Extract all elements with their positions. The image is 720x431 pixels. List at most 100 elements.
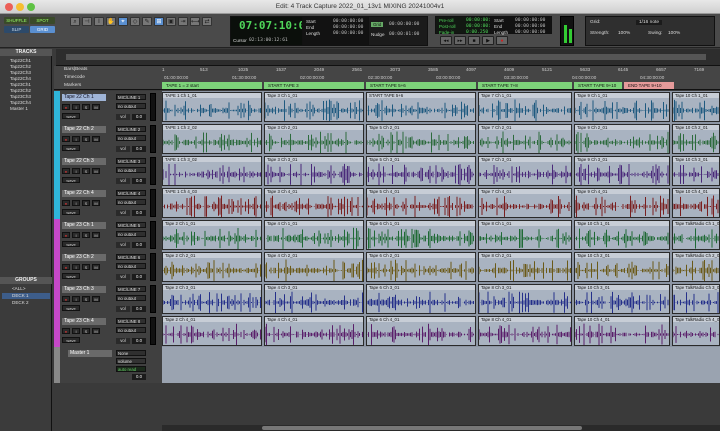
grabber-alt-tool-icon[interactable]: ▣	[166, 17, 176, 26]
audio-clip[interactable]: Tape 3 Ch 2_01	[264, 124, 364, 154]
view-selector[interactable]: wave	[62, 209, 80, 215]
audio-clip[interactable]: Tape 7 Ch 1_01	[478, 92, 572, 122]
input-monitor-button[interactable]: I	[72, 168, 80, 174]
mute-button[interactable]: M	[92, 232, 100, 238]
audio-clip[interactable]: Tape TalkRadio Ch 2_01	[672, 252, 720, 282]
audio-clip[interactable]: Tape 10 Ch 3_01	[672, 156, 720, 186]
solo-button[interactable]: S	[82, 200, 90, 206]
audio-clip[interactable]: Tape TalkRadio Ch 1_01	[672, 220, 720, 250]
sidebar-track-item[interactable]: Tap23Ch4	[2, 100, 50, 105]
track-output[interactable]: no output	[116, 135, 146, 141]
smart-tool-icon[interactable]: ⌖	[118, 17, 128, 26]
sidebar-group-item[interactable]: <ALL>	[2, 286, 50, 292]
grid-value[interactable]: 00:00:00:00	[389, 22, 419, 27]
record-enable-button[interactable]: ●	[62, 200, 70, 206]
audio-clip[interactable]: Tape 10 Ch 2_01	[574, 252, 670, 282]
audio-clip[interactable]: Tape 4 Ch 3_01	[264, 284, 364, 314]
track-output[interactable]: no output	[116, 231, 146, 237]
track-volume-value[interactable]: 0.0	[132, 210, 146, 216]
audio-clip[interactable]: Tape 8 Ch 2_01	[478, 252, 572, 282]
nudge-value[interactable]: 00:00:01:00	[389, 32, 419, 37]
audio-clip[interactable]: TAPE 1 Ch 2_02	[162, 124, 262, 154]
view-selector[interactable]: wave	[62, 273, 80, 279]
view-selector[interactable]: wave	[62, 177, 80, 183]
record-enable-button[interactable]: ●	[62, 232, 70, 238]
mute-button[interactable]: M	[92, 136, 100, 142]
mute-button[interactable]: M	[92, 104, 100, 110]
swing-value[interactable]: 100%	[668, 31, 680, 36]
view-selector[interactable]: wave	[62, 113, 80, 119]
grid-label[interactable]: Grid	[371, 22, 384, 27]
track-output[interactable]: no output	[116, 103, 146, 109]
grid-mode-button[interactable]: GRID	[30, 26, 55, 33]
marker[interactable]: END TAPE 9+10	[624, 82, 674, 89]
track-input[interactable]: MIC/LINE 4	[116, 190, 146, 196]
record-enable-button[interactable]: ●	[62, 296, 70, 302]
view-selector[interactable]: wave	[62, 241, 80, 247]
forward-button[interactable]: ▸▸	[454, 36, 466, 45]
length-value[interactable]: 00:00:00:00	[333, 31, 363, 36]
input-monitor-button[interactable]: I	[72, 328, 80, 334]
horizontal-scrollbar[interactable]	[162, 425, 720, 431]
master-automation-mode[interactable]: auto read	[116, 366, 146, 372]
audio-clip[interactable]: Tape 4 Ch 4_01	[264, 316, 364, 346]
universe-overview[interactable]	[56, 49, 720, 66]
input-monitor-button[interactable]: I	[72, 232, 80, 238]
input-monitor-button[interactable]: I	[72, 104, 80, 110]
track-name[interactable]: Tape 23 Ch 3	[62, 286, 106, 293]
record-enable-button[interactable]: ●	[62, 104, 70, 110]
track-input[interactable]: MIC/LINE 3	[116, 158, 146, 164]
audio-clip[interactable]: Tape 2 Ch 2_01	[162, 252, 262, 282]
track-output[interactable]: no output	[116, 199, 146, 205]
view-selector[interactable]: wave	[62, 305, 80, 311]
sidebar-track-item[interactable]: Tap22Ch3	[2, 70, 50, 75]
view-selector[interactable]: wave	[62, 145, 80, 151]
audio-clip[interactable]: TAPE 1 Ch 1_01	[162, 92, 262, 122]
trim-tool-icon[interactable]: ⊣	[82, 17, 92, 26]
track-name[interactable]: Tape 22 Ch 4	[62, 190, 106, 197]
sidebar-track-item[interactable]: Tap23Ch3	[2, 94, 50, 99]
audio-clip[interactable]: Tape TalkRadio Ch 3_01	[672, 284, 720, 314]
audio-clip[interactable]: Tape 6 Ch 3_01	[366, 284, 476, 314]
audio-clip[interactable]: START TAPE 5+6	[366, 92, 476, 122]
marker[interactable]: START TAPE 5+6	[366, 82, 476, 89]
audio-clip[interactable]: Tape 10 Ch 4_01	[574, 316, 670, 346]
track-playlist-lane[interactable]: TAPE 1 Ch 4_03 Tape 3 Ch 4_01 Tape 5 Ch 4_…	[162, 187, 720, 219]
audio-clip[interactable]: Tape 6 Ch 1_01	[366, 220, 476, 250]
nudge-label[interactable]: Nudge	[371, 32, 385, 37]
audio-clip[interactable]: Tape 10 Ch 2_01	[672, 124, 720, 154]
spot-mode-button[interactable]: SPOT	[30, 17, 55, 24]
solo-button[interactable]: S	[82, 232, 90, 238]
master-track-name[interactable]: Master 1	[68, 350, 112, 357]
track-name[interactable]: Tape 23 Ch 2	[62, 254, 106, 261]
mute-button[interactable]: M	[92, 264, 100, 270]
track-volume-value[interactable]: 0.0	[132, 274, 146, 280]
sidebar-track-item[interactable]: Tap22Ch2	[2, 64, 50, 69]
solo-button[interactable]: S	[82, 136, 90, 142]
track-name[interactable]: Tape 22 Ch 3	[62, 158, 106, 165]
master-output[interactable]: None	[116, 350, 146, 356]
grid-setting-value[interactable]: 1/16 note	[636, 20, 663, 25]
track-input[interactable]: MIC/LINE 6	[116, 254, 146, 260]
input-monitor-button[interactable]: I	[72, 296, 80, 302]
track-playlist-lane[interactable]: Tape 2 Ch 4_01 Tape 4 Ch 4_01 Tape 6 Ch 4_…	[162, 315, 720, 347]
solo-button[interactable]: S	[82, 328, 90, 334]
solo-button[interactable]: S	[82, 104, 90, 110]
mute-button[interactable]: M	[92, 328, 100, 334]
marker[interactable]: START TAPE 9+10	[574, 82, 622, 89]
fadein-label[interactable]: Fade-in	[439, 30, 454, 35]
track-playlist-lane[interactable]: TAPE 1 Ch 2_02 Tape 3 Ch 2_01 Tape 5 Ch 2_…	[162, 123, 720, 155]
groups-list-header[interactable]: GROUPS	[0, 277, 52, 284]
sidebar-group-item[interactable]: DECK 2	[2, 300, 50, 306]
marker[interactable]: TAPE 1 = 2 start	[162, 82, 262, 89]
track-playlist-lane[interactable]: Tape 2 Ch 2_01 Tape 4 Ch 2_01 Tape 6 Ch 2_…	[162, 251, 720, 283]
record-enable-button[interactable]: ●	[62, 264, 70, 270]
track-output[interactable]: no output	[116, 295, 146, 301]
transport-end-value[interactable]: 00:00:00:00	[515, 24, 545, 29]
audio-clip[interactable]: Tape 10 Ch 4_01	[672, 188, 720, 218]
mute-button[interactable]: M	[92, 168, 100, 174]
transport-counter[interactable]: Start 00:00:00:00 End 00:00:00:00 Length…	[490, 16, 552, 35]
selector-tool-icon[interactable]: I	[94, 17, 104, 26]
marker[interactable]: START TAPE 3	[264, 82, 364, 89]
track-volume-value[interactable]: 0.0	[132, 306, 146, 312]
